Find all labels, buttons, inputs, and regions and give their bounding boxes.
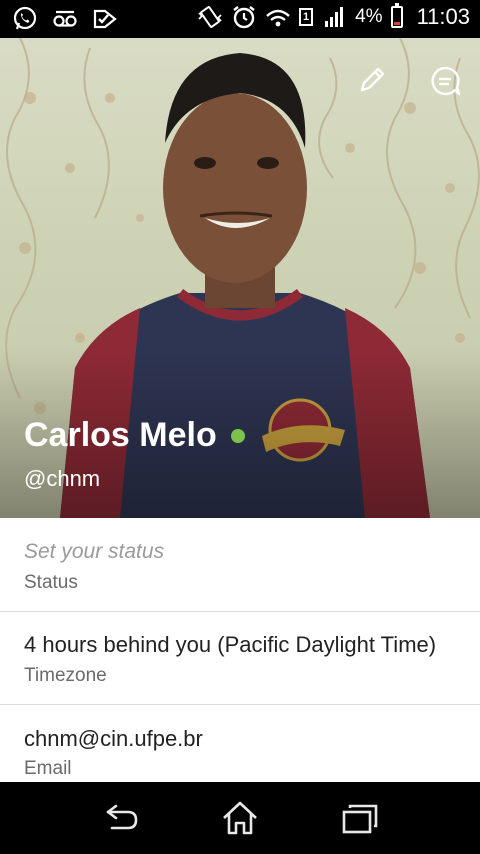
- timezone-label: Timezone: [24, 665, 107, 686]
- back-icon[interactable]: [100, 798, 140, 838]
- status-label: Status: [24, 572, 78, 593]
- home-icon[interactable]: [220, 798, 260, 838]
- voicemail-icon: [53, 10, 77, 27]
- whatsapp-icon: [13, 6, 37, 30]
- battery-level: [393, 22, 400, 25]
- profile-name-row: Carlos Melo: [24, 416, 245, 455]
- wifi-icon: [266, 9, 290, 27]
- status-placeholder[interactable]: Set your status: [24, 540, 164, 564]
- navigation-bar: [0, 782, 480, 854]
- battery-icon: [390, 3, 403, 28]
- email-label: Email: [24, 758, 72, 779]
- presence-online-dot: [230, 428, 245, 443]
- chat-bubble-icon[interactable]: [428, 64, 462, 98]
- status-row[interactable]: Set your status Status: [0, 518, 480, 612]
- sim-1-icon: 1: [299, 8, 314, 26]
- timezone-row: 4 hours behind you (Pacific Daylight Tim…: [0, 612, 480, 705]
- notification-check-icon: [93, 9, 117, 29]
- signal-icon: [325, 7, 344, 27]
- profile-username: @chnm: [24, 466, 101, 491]
- status-bar: 1 4% 11:03: [0, 0, 480, 38]
- recent-apps-icon[interactable]: [340, 798, 380, 838]
- battery-percentage: 4%: [355, 6, 383, 27]
- vibrate-icon: [198, 6, 222, 28]
- profile-header: Carlos Melo @chnm: [0, 38, 480, 518]
- alarm-icon: [233, 6, 255, 29]
- status-bar-system: 1 4% 11:03: [197, 3, 470, 30]
- email-value[interactable]: chnm@cin.ufpe.br: [24, 726, 203, 752]
- profile-name: Carlos Melo: [24, 416, 217, 454]
- email-row[interactable]: chnm@cin.ufpe.br Email: [0, 705, 480, 782]
- edit-pencil-icon[interactable]: [356, 64, 388, 96]
- timezone-value: 4 hours behind you (Pacific Daylight Tim…: [24, 632, 437, 657]
- status-bar-notifications: [12, 6, 118, 32]
- clock: 11:03: [416, 4, 470, 29]
